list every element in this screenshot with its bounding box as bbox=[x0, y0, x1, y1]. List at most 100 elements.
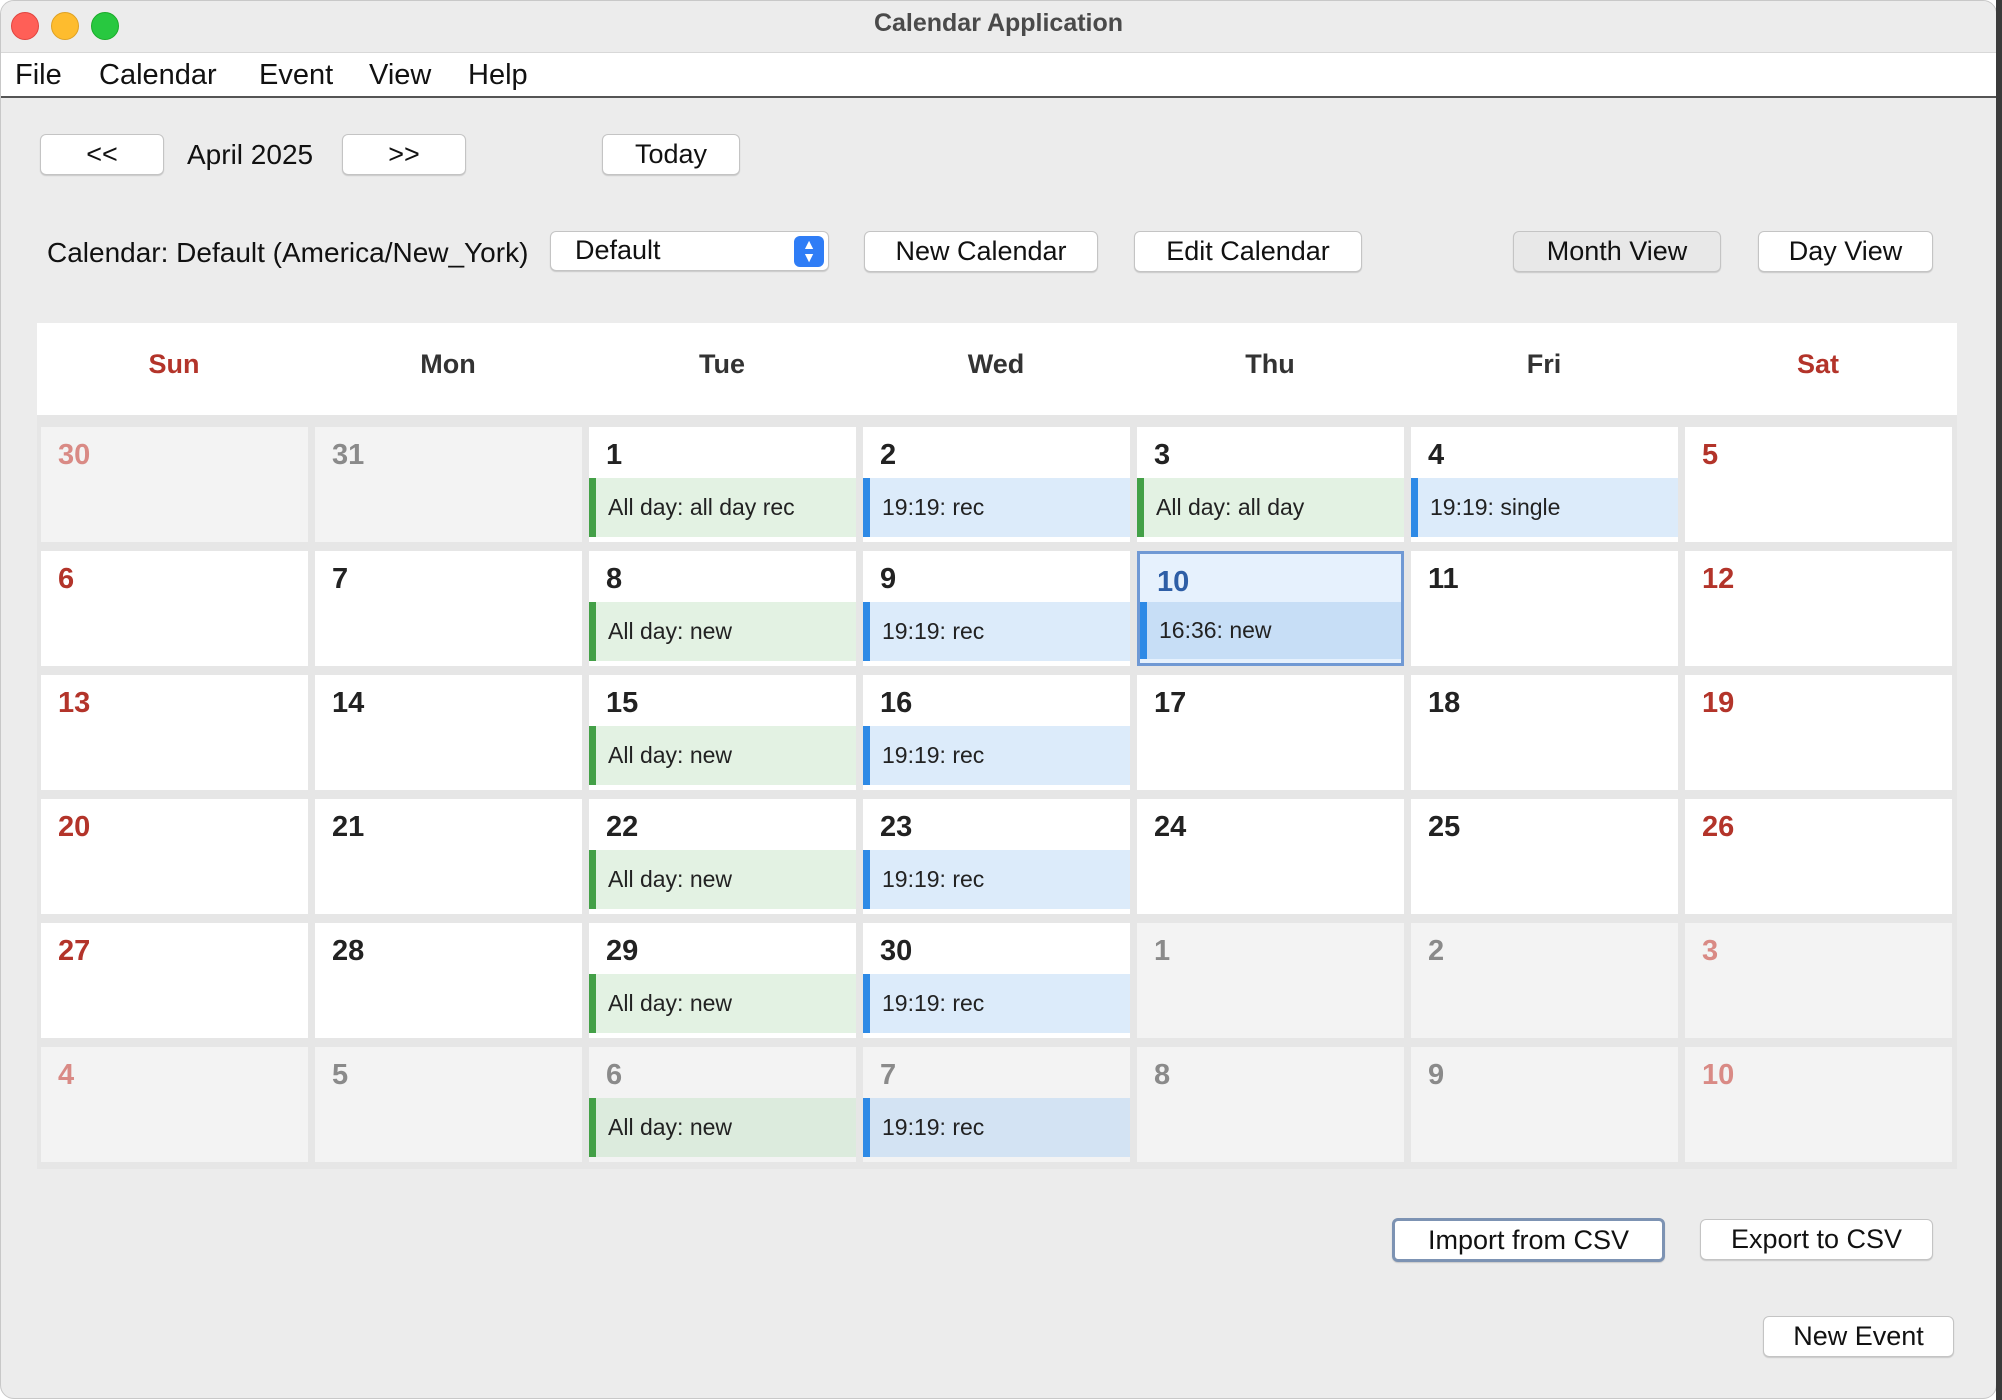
next-month-button[interactable]: >> bbox=[342, 134, 466, 175]
day-cell[interactable]: 1 All day: all day rec bbox=[589, 427, 856, 542]
day-cell[interactable]: 29 All day: new bbox=[589, 923, 856, 1038]
day-cell[interactable]: 22 All day: new bbox=[589, 799, 856, 914]
import-csv-button[interactable]: Import from CSV bbox=[1392, 1218, 1665, 1262]
day-cell[interactable]: 30 bbox=[41, 427, 308, 542]
day-cell[interactable]: 2 19:19: rec bbox=[863, 427, 1130, 542]
app-window: Calendar Application File Calendar Event… bbox=[0, 0, 1997, 1399]
day-cell[interactable]: 4 19:19: single bbox=[1411, 427, 1678, 542]
day-cell[interactable]: 6 All day: new bbox=[589, 1047, 856, 1162]
new-calendar-button[interactable]: New Calendar bbox=[864, 231, 1098, 272]
day-cell[interactable]: 5 bbox=[1685, 427, 1952, 542]
day-number: 20 bbox=[58, 811, 91, 843]
all-day-event-chip[interactable]: All day: new bbox=[589, 850, 856, 909]
day-cell[interactable]: 24 bbox=[1137, 799, 1404, 914]
day-number: 18 bbox=[1428, 687, 1461, 719]
timed-event-chip[interactable]: 19:19: rec bbox=[863, 602, 1130, 661]
day-cell[interactable]: 31 bbox=[315, 427, 582, 542]
timed-event-chip[interactable]: 19:19: rec bbox=[863, 850, 1130, 909]
day-cell[interactable]: 15 All day: new bbox=[589, 675, 856, 790]
day-cell[interactable]: 14 bbox=[315, 675, 582, 790]
calendar-select[interactable]: Default ▲ ▼ bbox=[550, 231, 829, 271]
day-number: 8 bbox=[1154, 1059, 1171, 1091]
menu-file[interactable]: File bbox=[15, 59, 62, 92]
day-number: 3 bbox=[1154, 439, 1171, 471]
day-number: 24 bbox=[1154, 811, 1187, 843]
all-day-event-chip[interactable]: All day: new bbox=[589, 602, 856, 661]
day-number: 6 bbox=[606, 1059, 623, 1091]
day-cell-today[interactable]: 10 16:36: new bbox=[1137, 551, 1404, 666]
day-cell[interactable]: 21 bbox=[315, 799, 582, 914]
day-number: 26 bbox=[1702, 811, 1735, 843]
all-day-event-chip[interactable]: All day: all day bbox=[1137, 478, 1404, 537]
day-number: 13 bbox=[58, 687, 91, 719]
select-arrows-icon: ▲ ▼ bbox=[794, 236, 824, 267]
day-cell[interactable]: 11 bbox=[1411, 551, 1678, 666]
day-cell[interactable]: 17 bbox=[1137, 675, 1404, 790]
month-grid: Sun Mon Tue Wed Thu Fri Sat 30 31 1 All day… bbox=[37, 323, 1957, 1169]
all-day-event-chip[interactable]: All day: all day rec bbox=[589, 478, 856, 537]
day-number: 30 bbox=[880, 935, 913, 967]
day-cell[interactable]: 25 bbox=[1411, 799, 1678, 914]
all-day-event-chip[interactable]: All day: new bbox=[589, 726, 856, 785]
day-number: 11 bbox=[1428, 563, 1459, 595]
day-cell[interactable]: 27 bbox=[41, 923, 308, 1038]
day-cell[interactable]: 23 19:19: rec bbox=[863, 799, 1130, 914]
weekday-sat: Sat bbox=[1796, 349, 1840, 379]
title-bar: Calendar Application bbox=[1, 1, 1996, 51]
window-title: Calendar Application bbox=[873, 9, 1124, 37]
day-cell[interactable]: 30 19:19: rec bbox=[863, 923, 1130, 1038]
day-number: 31 bbox=[332, 439, 365, 471]
month-view-button[interactable]: Month View bbox=[1513, 231, 1721, 272]
day-cell[interactable]: 5 bbox=[315, 1047, 582, 1162]
menu-help[interactable]: Help bbox=[468, 59, 528, 92]
day-number: 30 bbox=[58, 439, 91, 471]
menu-calendar[interactable]: Calendar bbox=[99, 59, 217, 92]
day-cell[interactable]: 3 bbox=[1685, 923, 1952, 1038]
day-cell[interactable]: 8 All day: new bbox=[589, 551, 856, 666]
timed-event-chip[interactable]: 19:19: single bbox=[1411, 478, 1678, 537]
timed-event-chip[interactable]: 19:19: rec bbox=[863, 1098, 1130, 1157]
today-button[interactable]: Today bbox=[602, 134, 740, 175]
day-number: 28 bbox=[332, 935, 365, 967]
day-cell[interactable]: 26 bbox=[1685, 799, 1952, 914]
timed-event-chip[interactable]: 19:19: rec bbox=[863, 478, 1130, 537]
day-cell[interactable]: 9 bbox=[1411, 1047, 1678, 1162]
day-cell[interactable]: 1 bbox=[1137, 923, 1404, 1038]
day-cell[interactable]: 28 bbox=[315, 923, 582, 1038]
timed-event-chip[interactable]: 19:19: rec bbox=[863, 726, 1130, 785]
day-cell[interactable]: 3 All day: all day bbox=[1137, 427, 1404, 542]
weekday-sun: Sun bbox=[148, 349, 200, 379]
day-cell[interactable]: 13 bbox=[41, 675, 308, 790]
day-number: 4 bbox=[58, 1059, 75, 1091]
previous-month-button[interactable]: << bbox=[40, 134, 164, 175]
month-label: April 2025 bbox=[187, 139, 314, 170]
menu-event[interactable]: Event bbox=[259, 59, 333, 92]
day-cell[interactable]: 8 bbox=[1137, 1047, 1404, 1162]
day-cell[interactable]: 4 bbox=[41, 1047, 308, 1162]
day-cell[interactable]: 7 bbox=[315, 551, 582, 666]
export-csv-button[interactable]: Export to CSV bbox=[1700, 1219, 1933, 1260]
timed-event-chip[interactable]: 19:19: rec bbox=[863, 974, 1130, 1033]
menu-view[interactable]: View bbox=[369, 59, 431, 92]
day-number: 9 bbox=[880, 563, 897, 595]
weekday-fri: Fri bbox=[1526, 349, 1562, 379]
day-cell[interactable]: 9 19:19: rec bbox=[863, 551, 1130, 666]
day-cell[interactable]: 16 19:19: rec bbox=[863, 675, 1130, 790]
all-day-event-chip[interactable]: All day: new bbox=[589, 974, 856, 1033]
day-cell[interactable]: 19 bbox=[1685, 675, 1952, 790]
day-cell[interactable]: 12 bbox=[1685, 551, 1952, 666]
day-cell[interactable]: 7 19:19: rec bbox=[863, 1047, 1130, 1162]
calendar-label: Calendar: Default (America/New_York) bbox=[47, 237, 529, 268]
timed-event-chip[interactable]: 16:36: new bbox=[1140, 602, 1401, 659]
day-cell[interactable]: 20 bbox=[41, 799, 308, 914]
edit-calendar-button[interactable]: Edit Calendar bbox=[1134, 231, 1362, 272]
all-day-event-chip[interactable]: All day: new bbox=[589, 1098, 856, 1157]
weekday-header: Sun Mon Tue Wed Thu Fri Sat bbox=[37, 323, 1957, 415]
day-cell[interactable]: 10 bbox=[1685, 1047, 1952, 1162]
day-cell[interactable]: 6 bbox=[41, 551, 308, 666]
day-view-button[interactable]: Day View bbox=[1758, 231, 1933, 272]
new-event-button[interactable]: New Event bbox=[1763, 1316, 1954, 1357]
day-cell[interactable]: 2 bbox=[1411, 923, 1678, 1038]
day-number: 14 bbox=[332, 687, 365, 719]
day-cell[interactable]: 18 bbox=[1411, 675, 1678, 790]
